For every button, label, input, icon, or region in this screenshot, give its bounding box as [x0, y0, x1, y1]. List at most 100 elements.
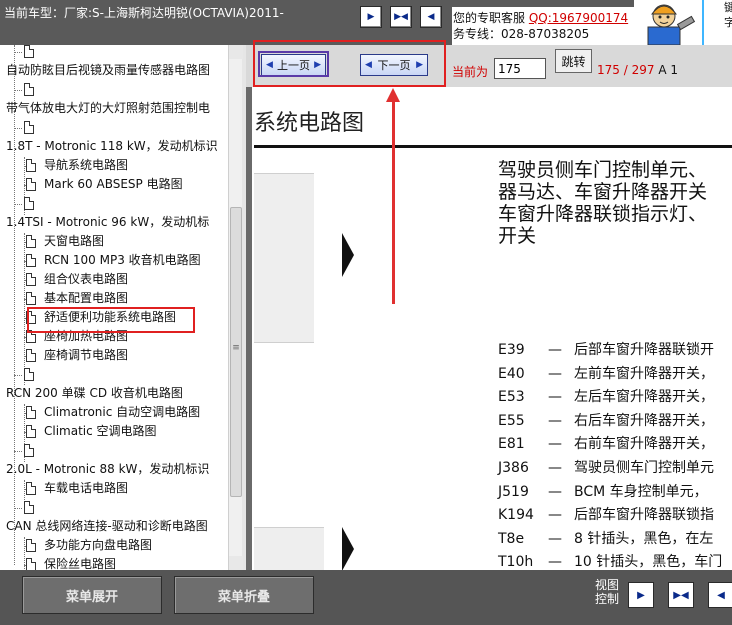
- tree-node-label: 自动防眩目后视镜及雨量传感器电路图: [6, 63, 211, 77]
- support-phone: 务专线：028-87038205: [453, 27, 590, 41]
- tree-connector: [14, 90, 22, 91]
- scroll-down-arrow[interactable]: [229, 556, 243, 570]
- legend-dash: —: [548, 507, 562, 524]
- legend-dash: —: [548, 365, 562, 382]
- mascot-image: [634, 0, 702, 45]
- support-label: 您的专职客服: [453, 11, 526, 25]
- tree-node-label: 1.4TSI - Motronic 96 kW，发动机标: [6, 215, 210, 229]
- view-left-button[interactable]: ◀: [708, 582, 732, 608]
- view-left-button[interactable]: ◀: [420, 6, 442, 28]
- legend-row: J519 — BCM 车身控制单元，: [498, 481, 708, 504]
- tree-guide-line: [24, 480, 25, 500]
- legend-text: 8 针插头，黑色，在左: [574, 530, 714, 547]
- document-icon: [24, 83, 34, 96]
- jump-button[interactable]: 跳转: [555, 49, 592, 73]
- car-model-label: 当前车型：厂家:S-上海斯柯达明锐(OCTAVIA)2011-: [4, 6, 284, 20]
- diagram-arrow-icon: [342, 233, 354, 277]
- view-control-line: 控制: [595, 592, 620, 606]
- legend-code: K194: [498, 507, 534, 524]
- view-control-line: 视图: [595, 578, 620, 592]
- tree-item-label: 车载电话电路图: [44, 481, 129, 495]
- diagram-fragment: [254, 527, 324, 570]
- view-fit-button[interactable]: ▶: [360, 6, 382, 28]
- arrow-left-icon: ◀: [717, 589, 725, 601]
- legend-text: 后部车窗升降器联锁指: [574, 507, 714, 524]
- document-viewer[interactable]: 系统电路图 驾驶员侧车门控制单元、 器马达、车窗升降器开关 车窗升降器联锁指示灯…: [246, 87, 732, 570]
- view-split-button[interactable]: ▶◀: [390, 6, 412, 28]
- legend-text: 后部车窗升降器联锁开: [574, 342, 714, 358]
- view-control-label: 视图 控制: [595, 578, 619, 606]
- tree-item-label: 座椅调节电路图: [44, 348, 129, 362]
- legend-code: J519: [498, 483, 529, 500]
- expand-menu-button[interactable]: 菜单展开: [22, 576, 162, 614]
- document-icon: [26, 482, 36, 495]
- view-split-button[interactable]: ▶◀: [668, 582, 694, 608]
- legend-code: E40: [498, 365, 525, 382]
- legend-text: 左前车窗升降器开关，: [574, 365, 714, 382]
- legend-row: T10h — 10 针插头，黑色，车门: [498, 551, 722, 570]
- legend-code: T8e: [498, 530, 525, 547]
- legend-dash: —: [548, 412, 562, 429]
- tree-scrollbar[interactable]: ≡: [228, 45, 243, 570]
- tree-node-label: 2.0L - Motronic 88 kW，发动机标识: [6, 462, 210, 476]
- document-icon: [26, 425, 36, 438]
- document-title: 系统电路图: [254, 111, 365, 136]
- document-icon: [26, 235, 36, 248]
- tree-item-label: Climatronic 自动空调电路图: [44, 405, 201, 419]
- legend-text: 左后车窗升降器开关，: [574, 389, 714, 406]
- tree-connector: [14, 508, 22, 509]
- document-icon: [26, 406, 36, 419]
- view-fit-button[interactable]: ▶: [628, 582, 654, 608]
- legend-text: BCM 车身控制单元，: [574, 483, 708, 500]
- scroll-thumb[interactable]: ≡: [230, 207, 242, 497]
- component-heading: 驾驶员侧车门控制单元、 器马达、车窗升降器开关 车窗升降器联锁指示灯、 开关: [498, 159, 732, 247]
- tree-item-label: 组合仪表电路图: [44, 272, 129, 286]
- tree-item-label: Mark 60 ABSESP 电路图: [44, 177, 183, 191]
- tree-connector: [14, 128, 22, 129]
- diagram-fragment: [254, 173, 314, 343]
- legend-dash: —: [548, 342, 562, 358]
- legend-row: E39 — 后部车窗升降器联锁开: [498, 339, 714, 362]
- legend-dash: —: [548, 436, 562, 453]
- document-icon: [26, 273, 36, 286]
- legend-code: E55: [498, 412, 525, 429]
- selected-item-highlight: [27, 307, 195, 333]
- scroll-up-arrow[interactable]: [229, 45, 243, 59]
- document-icon: [26, 159, 36, 172]
- tree-item-label: 多功能方向盘电路图: [44, 538, 153, 552]
- legend-text: 10 针插头，黑色，车门: [574, 554, 723, 570]
- legend-code: J386: [498, 460, 529, 476]
- document-icon: [26, 558, 36, 570]
- legend-code: E39: [498, 342, 525, 358]
- document-icon: [24, 197, 34, 210]
- document-icon: [26, 254, 36, 267]
- current-page-label: 当前为: [452, 65, 489, 79]
- document-icon: [24, 368, 34, 381]
- support-qq-link[interactable]: QQ:1967900174: [529, 11, 628, 25]
- page-number-input[interactable]: [494, 58, 546, 79]
- page-status: 175 / 297 A 1: [597, 63, 678, 77]
- collapse-menu-button[interactable]: 菜单折叠: [174, 576, 314, 614]
- arrow-right-icon: ▶: [367, 11, 375, 22]
- diagram-arrow-icon: [342, 527, 354, 570]
- legend-text: 右前车窗升降器开关，: [574, 436, 714, 453]
- tree-guide-line: [24, 233, 25, 385]
- legend-row: T8e — 8 针插头，黑色，在左: [498, 528, 713, 551]
- legend-row: E40 — 左前车窗升降器开关，: [498, 363, 714, 386]
- heading-line: 开关: [498, 225, 537, 247]
- heading-line: 器马达、车窗升降器开关: [498, 181, 708, 203]
- navigation-tree: 自动防眩目后视镜及雨量传感器电路图 带气体放电大灯的大灯照射范围控制电 1.8T -…: [0, 45, 228, 570]
- tree-node-label: 1.8T - Motronic 118 kW，发动机标识: [6, 139, 218, 153]
- arrow-right-icon: ▶: [637, 589, 645, 601]
- double-arrow-icon: ▶◀: [673, 589, 689, 601]
- keyword-panel: 键字: [702, 0, 732, 45]
- support-box: 您的专职客服 QQ:1967900174 务专线：028-87038205: [452, 7, 634, 45]
- legend-dash: —: [548, 389, 562, 406]
- page-suffix: A 1: [658, 63, 678, 77]
- document-icon: [26, 292, 36, 305]
- document-icon: [26, 178, 36, 191]
- legend-code: E53: [498, 389, 525, 406]
- tree-node-label: CAN 总线网络连接-驱动和诊断电路图: [6, 519, 208, 533]
- document-icon: [24, 501, 34, 514]
- document-icon: [24, 121, 34, 134]
